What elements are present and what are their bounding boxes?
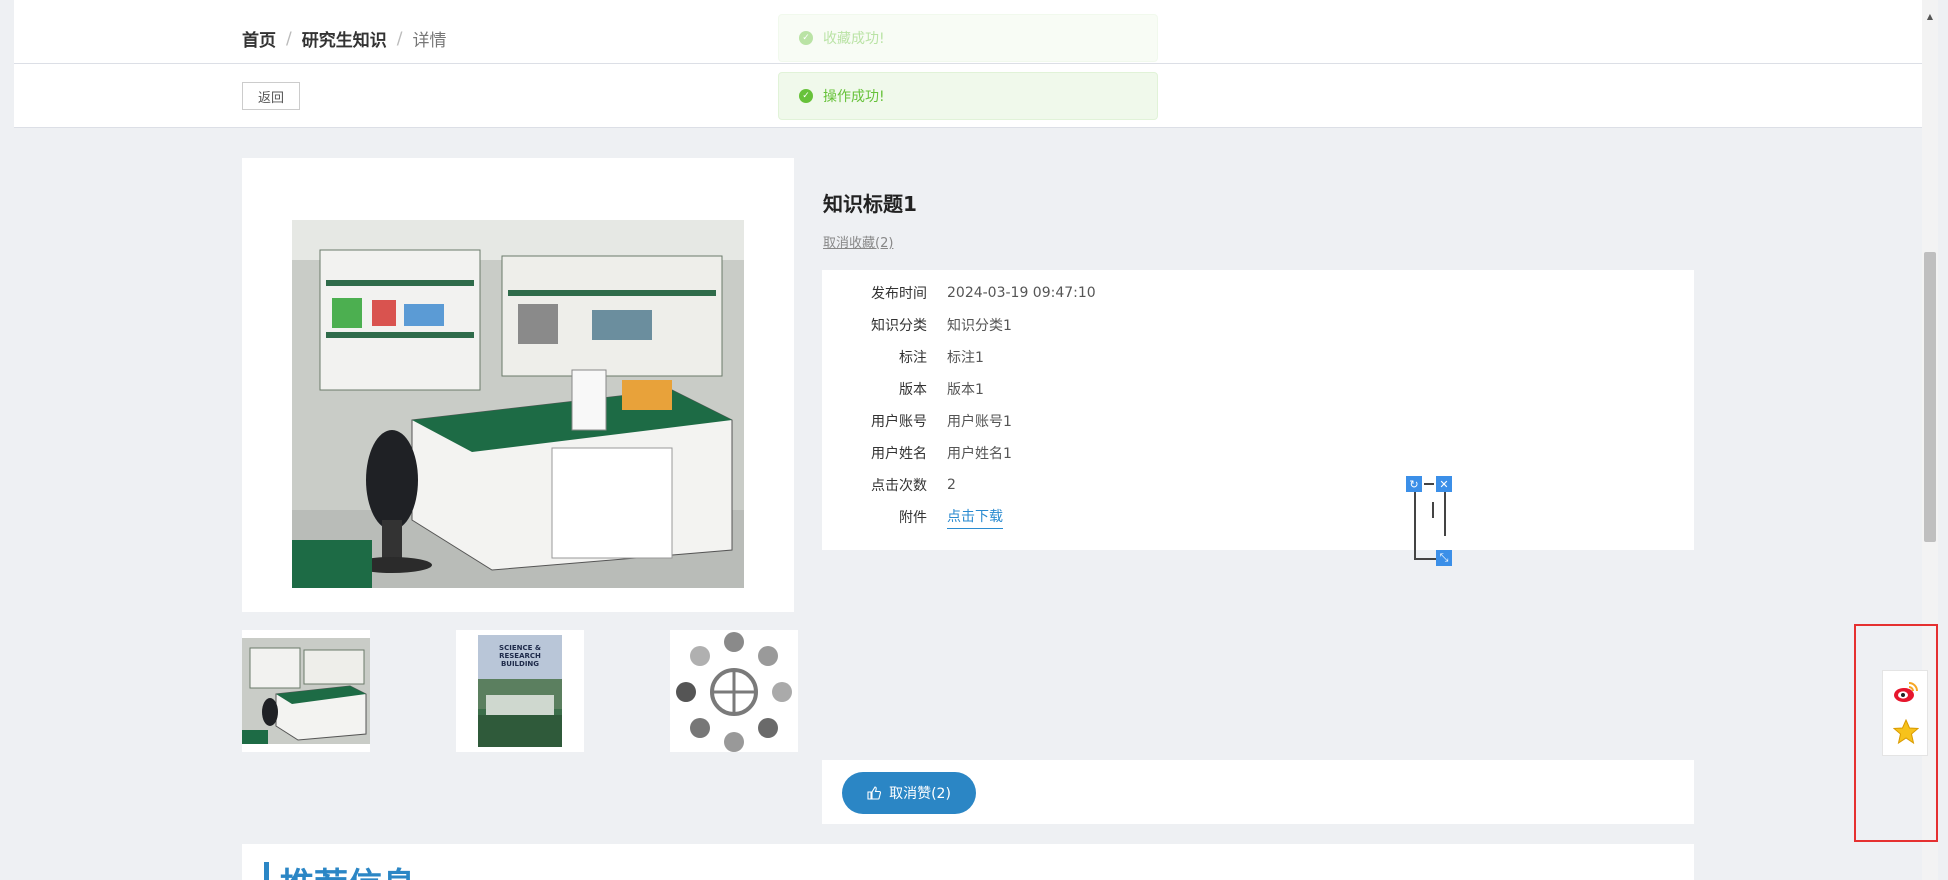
field-value: 知识分类1 — [947, 318, 1012, 334]
book-caption: SCIENCE & RESEARCH BUILDING — [499, 644, 541, 668]
breadcrumb-current: 详情 — [412, 31, 447, 51]
widget-bottom-line — [1414, 558, 1436, 560]
section-accent-bar — [264, 862, 269, 880]
social-share-strip — [1882, 670, 1928, 756]
scroll-thumb[interactable] — [1924, 252, 1936, 542]
knowledge-title: 知识标题1 — [823, 192, 917, 216]
widget-left-line — [1414, 492, 1416, 560]
floating-resize-widget: ↻ ✕ ⤡ — [1406, 476, 1466, 566]
thumbs-up-icon — [867, 786, 882, 800]
info-row-category: 知识分类 知识分类1 — [822, 313, 1012, 337]
info-row-user-name: 用户姓名 用户姓名1 — [822, 441, 1012, 465]
like-panel: 取消赞(2) — [822, 760, 1694, 824]
favorite-success-toast: ✓ 收藏成功! — [778, 14, 1158, 62]
back-button[interactable]: 返回 — [242, 82, 300, 110]
field-value: 用户账号1 — [947, 414, 1012, 430]
success-check-icon: ✓ — [799, 89, 813, 103]
success-check-icon: ✓ — [799, 31, 813, 45]
thumbnail-lab[interactable] — [242, 630, 370, 752]
refresh-icon[interactable]: ↻ — [1406, 476, 1422, 492]
thumbnail-book[interactable]: SCIENCE & RESEARCH BUILDING — [456, 630, 584, 752]
unlike-label: 取消赞(2) — [889, 786, 951, 802]
minimize-icon[interactable] — [1424, 483, 1434, 485]
thumbnail-science[interactable] — [670, 630, 798, 752]
favorite-star-icon[interactable] — [1893, 719, 1919, 745]
main-image-panel — [242, 158, 794, 612]
info-row-attachment: 附件 点击下载 — [822, 505, 1003, 529]
main-lab-photo — [292, 220, 744, 588]
download-link[interactable]: 点击下载 — [947, 506, 1003, 529]
info-row-annotation: 标注 标注1 — [822, 345, 984, 369]
breadcrumb: 首页 / 研究生知识 / 详情 — [242, 26, 447, 52]
info-row-click-count: 点击次数 2 — [822, 473, 956, 497]
info-panel: 发布时间 2024-03-19 09:47:10 知识分类 知识分类1 标注 标… — [822, 270, 1694, 550]
field-label: 用户账号 — [871, 414, 927, 430]
breadcrumb-section[interactable]: 研究生知识 — [302, 26, 387, 51]
info-row-user-account: 用户账号 用户账号1 — [822, 409, 1012, 433]
field-label: 版本 — [899, 382, 927, 398]
recommend-title: 推荐信息 — [280, 858, 416, 880]
breadcrumb-separator: / — [396, 28, 403, 49]
field-label: 发布时间 — [871, 286, 927, 302]
info-row-publish-time: 发布时间 2024-03-19 09:47:10 — [822, 281, 1096, 305]
field-value: 用户姓名1 — [947, 446, 1012, 462]
field-label: 用户姓名 — [871, 446, 927, 462]
field-label: 点击次数 — [871, 478, 927, 494]
resize-handle-icon[interactable]: ⤡ — [1436, 550, 1452, 566]
unlike-button[interactable]: 取消赞(2) — [842, 772, 976, 814]
field-label: 知识分类 — [871, 318, 927, 334]
field-label: 附件 — [899, 510, 927, 526]
scroll-up-arrow-icon[interactable]: ▲ — [1922, 12, 1938, 26]
breadcrumb-home[interactable]: 首页 — [242, 26, 276, 51]
recommend-section: 推荐信息 — [242, 844, 1694, 880]
close-icon[interactable]: ✕ — [1436, 476, 1452, 492]
field-value: 2024-03-19 09:47:10 — [947, 285, 1096, 301]
lab-thumb-image — [242, 638, 370, 744]
toast-message: 收藏成功! — [823, 31, 885, 47]
weibo-icon[interactable] — [1893, 679, 1919, 705]
widget-right-line — [1444, 492, 1446, 536]
field-label: 标注 — [899, 350, 927, 366]
field-value: 版本1 — [947, 382, 984, 398]
breadcrumb-separator: / — [286, 28, 292, 49]
social-share-highlight — [1854, 624, 1938, 842]
field-value: 2 — [947, 477, 956, 493]
field-value: 标注1 — [947, 350, 984, 366]
toast-message: 操作成功! — [823, 89, 885, 105]
science-icons-image — [672, 630, 796, 752]
operation-success-toast: ✓ 操作成功! — [778, 72, 1158, 120]
text-cursor-icon — [1432, 502, 1434, 518]
info-row-version: 版本 版本1 — [822, 377, 984, 401]
unfavorite-link[interactable]: 取消收藏(2) — [823, 232, 893, 251]
